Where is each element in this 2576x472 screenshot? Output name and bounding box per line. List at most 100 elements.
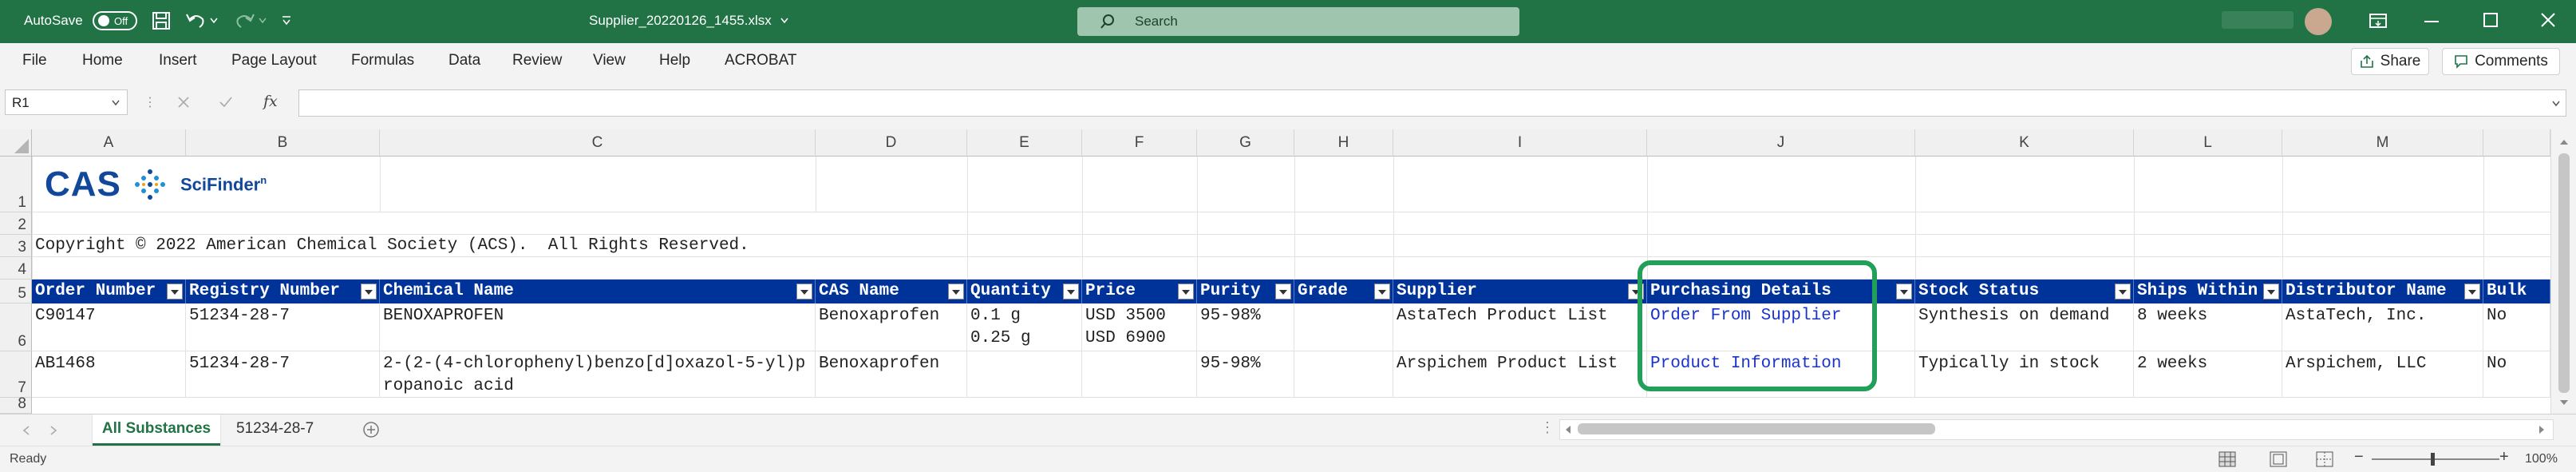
filter-dropdown-icon[interactable]	[2115, 284, 2131, 299]
filter-dropdown-icon[interactable]	[2263, 284, 2279, 299]
header-supplier[interactable]: Supplier	[1393, 280, 1647, 303]
header-cas-name[interactable]: CAS Name	[816, 280, 967, 303]
cell-distributor-name[interactable]: AstaTech, Inc.	[2282, 303, 2483, 351]
cell-distributor-name[interactable]: Arspichem, LLC	[2282, 351, 2483, 398]
header-ships-within[interactable]: Ships Within	[2134, 280, 2282, 303]
cell-quantity[interactable]	[967, 351, 1082, 398]
close-icon[interactable]	[2541, 13, 2555, 27]
column-header-i[interactable]: I	[1393, 129, 1647, 157]
cell-chemical-name[interactable]: 2-(2-(4-chlorophenyl)benzo[d]oxazol-5-yl…	[380, 351, 816, 398]
tab-help[interactable]: Help	[659, 43, 690, 78]
tab-data[interactable]: Data	[448, 43, 480, 78]
ribbon-display-icon[interactable]	[2369, 13, 2388, 29]
cell-supplier[interactable]: AstaTech Product List	[1393, 303, 1647, 351]
cell-stock-status[interactable]: Typically in stock	[1915, 351, 2134, 398]
minimize-icon[interactable]	[2424, 21, 2439, 24]
cell-quantity[interactable]: 0.1 g 0.25 g	[967, 303, 1082, 351]
filter-dropdown-icon[interactable]	[361, 284, 377, 299]
cell-ships-within[interactable]: 2 weeks	[2134, 351, 2282, 398]
formula-input[interactable]	[298, 89, 2566, 117]
sheet-tab-51234-28-7[interactable]: 51234-28-7	[236, 414, 314, 443]
redo-dropdown-icon[interactable]	[259, 18, 267, 24]
formula-bar-grip[interactable]: ⋮	[144, 94, 156, 110]
tab-insert[interactable]: Insert	[159, 43, 197, 78]
file-name[interactable]: Supplier_20220126_1455.xlsx	[589, 13, 772, 29]
row-header-6[interactable]: 6	[0, 303, 32, 351]
zoom-slider-thumb[interactable]	[2431, 453, 2435, 466]
enter-icon[interactable]	[219, 96, 233, 109]
column-header-b[interactable]: B	[186, 129, 380, 157]
cell-purity[interactable]: 95-98%	[1197, 351, 1294, 398]
row-header-2[interactable]: 2	[0, 212, 32, 235]
cell-order-number[interactable]: C90147	[32, 303, 186, 351]
normal-view-icon[interactable]	[2218, 451, 2236, 467]
header-grade[interactable]: Grade	[1294, 280, 1393, 303]
product-information-link[interactable]: Product Information	[1647, 351, 1915, 398]
cell-grade[interactable]	[1294, 351, 1393, 398]
cell-price[interactable]	[1082, 351, 1197, 398]
select-all-corner[interactable]	[0, 129, 32, 157]
zoom-out-icon[interactable]: −	[2354, 448, 2364, 466]
filter-dropdown-icon[interactable]	[1178, 284, 1194, 299]
page-break-view-icon[interactable]	[2316, 451, 2333, 467]
header-distributor-name[interactable]: Distributor Name	[2282, 280, 2483, 303]
cell-price[interactable]: USD 3500 USD 6900	[1082, 303, 1197, 351]
column-header-j[interactable]: J	[1647, 129, 1915, 157]
row-header-8[interactable]: 8	[0, 395, 32, 414]
cell-registry-number[interactable]: 51234-28-7	[186, 303, 380, 351]
empty-cells-region[interactable]	[32, 157, 2550, 280]
cell-purity[interactable]: 95-98%	[1197, 303, 1294, 351]
column-header-f[interactable]: F	[1082, 129, 1197, 157]
sheet-tab-all-substances[interactable]: All Substances	[93, 414, 220, 446]
header-bulk[interactable]: Bulk	[2483, 280, 2550, 303]
column-header-d[interactable]: D	[816, 129, 967, 157]
column-header-c[interactable]: C	[380, 129, 816, 157]
vertical-scroll-thumb[interactable]	[2558, 153, 2570, 393]
column-header-k[interactable]: K	[1915, 129, 2134, 157]
insert-function-icon[interactable]: fx	[263, 93, 278, 110]
scroll-down-icon[interactable]	[2559, 399, 2569, 406]
tab-split-handle[interactable]: ⋮	[1540, 419, 1555, 436]
column-header-a[interactable]: A	[32, 129, 186, 157]
vertical-scrollbar[interactable]	[2550, 129, 2576, 414]
cell-ships-within[interactable]: 8 weeks	[2134, 303, 2282, 351]
row-header-3[interactable]: 3	[0, 235, 32, 257]
filter-dropdown-icon[interactable]	[1374, 284, 1390, 299]
filter-dropdown-icon[interactable]	[1628, 284, 1644, 299]
cell-bulk[interactable]: No	[2483, 303, 2550, 351]
name-box[interactable]: R1	[5, 89, 128, 115]
row-header-4[interactable]: 4	[0, 257, 32, 280]
filter-dropdown-icon[interactable]	[1896, 284, 1912, 299]
column-header-m[interactable]: M	[2282, 129, 2483, 157]
cell-stock-status[interactable]: Synthesis on demand	[1915, 303, 2134, 351]
horizontal-scroll-thumb[interactable]	[1578, 423, 1935, 434]
horizontal-scrollbar[interactable]	[1559, 419, 2554, 440]
zoom-in-icon[interactable]: +	[2499, 448, 2509, 466]
undo-dropdown-icon[interactable]	[210, 18, 218, 24]
column-header-n[interactable]	[2483, 129, 2550, 157]
column-header-e[interactable]: E	[967, 129, 1082, 157]
account-name[interactable]	[2222, 11, 2294, 29]
filter-dropdown-icon[interactable]	[796, 284, 812, 299]
row-header-5[interactable]: 5	[0, 280, 32, 303]
filter-dropdown-icon[interactable]	[1275, 284, 1291, 299]
cell-order-number[interactable]: AB1468	[32, 351, 186, 398]
tab-file[interactable]: File	[22, 43, 47, 78]
cell-supplier[interactable]: Arspichem Product List	[1393, 351, 1647, 398]
header-order-number[interactable]: Order Number	[32, 280, 186, 303]
share-button[interactable]: Share	[2351, 48, 2429, 75]
cell-chemical-name[interactable]: BENOXAPROFEN	[380, 303, 816, 351]
row-header-7[interactable]: 7	[0, 351, 32, 398]
order-from-supplier-link[interactable]: Order From Supplier	[1647, 303, 1915, 351]
avatar[interactable]	[2305, 8, 2332, 35]
filter-dropdown-icon[interactable]	[2464, 284, 2480, 299]
copyright-text[interactable]: Copyright © 2022 American Chemical Socie…	[35, 235, 749, 257]
header-price[interactable]: Price	[1082, 280, 1197, 303]
expand-formula-bar-icon[interactable]	[2552, 101, 2560, 107]
tab-home[interactable]: Home	[82, 43, 123, 78]
scroll-up-icon[interactable]	[2559, 139, 2569, 145]
search-box[interactable]: Search	[1077, 7, 1519, 36]
cancel-icon[interactable]	[177, 96, 190, 109]
header-quantity[interactable]: Quantity	[967, 280, 1082, 303]
cell-cas-name[interactable]: Benoxaprofen	[816, 303, 967, 351]
